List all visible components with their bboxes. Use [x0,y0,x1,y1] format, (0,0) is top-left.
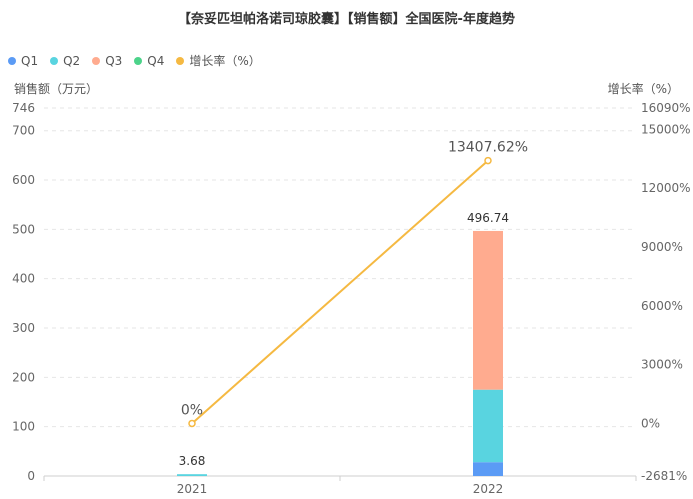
bar-total-label: 3.68 [179,454,206,468]
growth-rate-point [484,156,492,165]
x-tick-label: 2021 [177,482,208,496]
y-left-tick-label: 746 [12,101,35,115]
y-right-tick-label: 16090% [641,101,691,115]
y-left-tick-label: 600 [12,173,35,187]
bar-q2-2021 [177,474,207,476]
y-left-tick-label: 700 [12,124,35,138]
y-right-tick-label: 0% [641,416,660,430]
y-right-tick-label: 3000% [641,358,683,372]
x-tick-label: 2022 [473,482,504,496]
y-right-tick-label: 12000% [641,181,691,195]
y-left-tick-label: 300 [12,321,35,335]
growth-rate-label: 13407.62% [448,140,528,156]
bar-q2-2022 [473,389,503,463]
bar-q3-2022 [473,230,503,390]
y-left-tick-label: 0 [27,469,35,483]
y-right-tick-label: -2681% [641,469,687,483]
y-left-tick-label: 100 [12,420,35,434]
growth-rate-label: 0% [181,402,203,418]
y-right-tick-label: 6000% [641,299,683,313]
chart-area: 0 100 200 300 400 500 600 700 746 -2681% 0% 3000% 60… [12,101,691,496]
y-right-tick-label: 15000% [641,122,691,136]
bar-q1-2022 [473,462,503,476]
growth-rate-line [191,159,489,425]
y-left-tick-label: 200 [12,370,35,384]
growth-rate-point [188,419,196,428]
y-right-tick-label: 9000% [641,240,683,254]
y-left-tick-label: 500 [12,222,35,236]
y-left-tick-label: 400 [12,272,35,286]
bar-total-label: 496.74 [467,211,509,225]
